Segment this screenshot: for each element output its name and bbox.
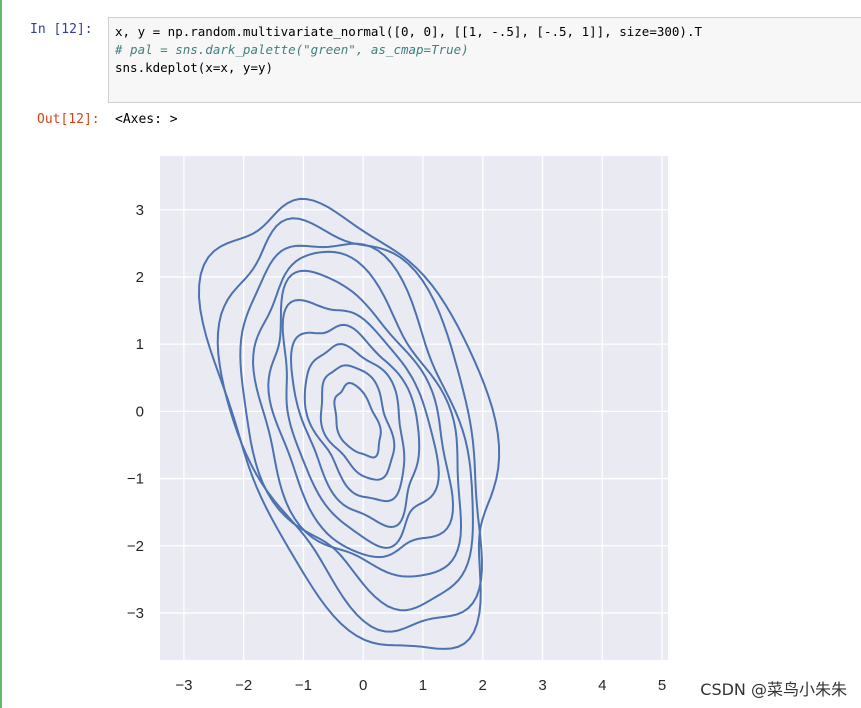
- x-tick-label: 1: [419, 677, 427, 694]
- cell-selection-bar: [0, 0, 2, 708]
- x-tick-labels: −3 −2 −1 0 1 2 3 4 5: [175, 677, 666, 694]
- y-tick-label: 0: [136, 403, 144, 420]
- code-line-3: sns.kdeplot(x=x, y=y): [115, 60, 274, 75]
- x-tick-label: 3: [538, 677, 546, 694]
- x-tick-label: −2: [235, 677, 252, 694]
- kde-plot: −3 −2 −1 0 1 2 3 4 5 3 2 1 0 −1 −2 −3: [127, 156, 668, 694]
- y-tick-label: −2: [127, 538, 144, 555]
- code-line-1: x, y = np.random.multivariate_normal([0,…: [115, 24, 702, 39]
- y-tick-label: −1: [127, 471, 144, 488]
- watermark: CSDN @菜鸟小朱朱: [700, 680, 847, 699]
- code-input-area[interactable]: x, y = np.random.multivariate_normal([0,…: [108, 17, 861, 103]
- y-tick-label: −3: [127, 605, 144, 622]
- y-tick-labels: 3 2 1 0 −1 −2 −3: [127, 202, 144, 622]
- output-prompt: Out[12]:: [37, 112, 100, 127]
- output-repr: <Axes: >: [115, 112, 178, 127]
- y-tick-label: 3: [136, 202, 144, 219]
- code-line-2: # pal = sns.dark_palette("green", as_cma…: [115, 42, 469, 57]
- x-tick-label: 2: [479, 677, 487, 694]
- input-prompt: In [12]:: [30, 22, 93, 37]
- x-tick-label: 5: [658, 677, 666, 694]
- x-tick-label: 4: [598, 677, 606, 694]
- y-tick-label: 2: [136, 269, 144, 286]
- y-tick-label: 1: [136, 336, 144, 353]
- x-tick-label: 0: [359, 677, 367, 694]
- x-tick-label: −3: [175, 677, 192, 694]
- x-tick-label: −1: [295, 677, 312, 694]
